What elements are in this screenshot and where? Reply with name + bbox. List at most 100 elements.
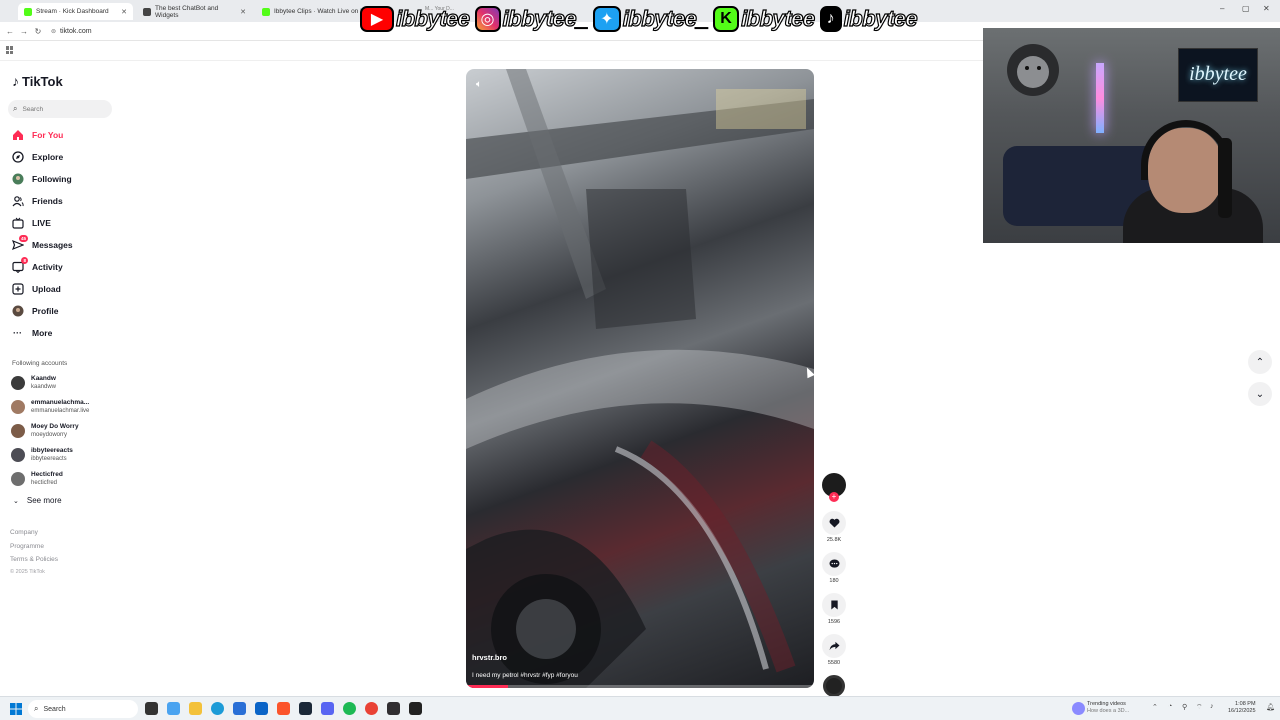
- video-progress-bar[interactable]: [466, 685, 814, 688]
- bulldog-logo-icon: [1007, 44, 1059, 96]
- spotify-icon[interactable]: [343, 702, 356, 715]
- youtube-icon: ▶: [360, 6, 394, 32]
- volume-tray-icon[interactable]: ♪: [1210, 703, 1214, 710]
- messages-icon: 45: [11, 234, 28, 252]
- store-icon[interactable]: [233, 702, 246, 715]
- maximize-icon[interactable]: ▢: [1242, 4, 1250, 13]
- footer-terms-link[interactable]: Terms & Policies: [10, 556, 58, 563]
- nav-profile[interactable]: Profile: [11, 303, 58, 319]
- social-banner: ▶ ibbytee ◎ ibbytee_ ✦ ibbytee_ K ibbyte…: [360, 4, 920, 34]
- apps-grid-icon[interactable]: [6, 46, 14, 54]
- notifications-icon[interactable]: 🔔︎: [1266, 703, 1275, 711]
- avatar: [11, 376, 25, 390]
- back-icon[interactable]: ←: [3, 27, 17, 36]
- browser-tab[interactable]: The best ChatBot and Widgets ✕: [137, 3, 252, 20]
- share-icon: [829, 641, 839, 651]
- tiktok-logo[interactable]: ♪ TikTok: [12, 73, 63, 89]
- comment-button[interactable]: [822, 552, 846, 576]
- like-button[interactable]: [822, 511, 846, 535]
- video-username[interactable]: hrvstr.bro: [472, 653, 507, 662]
- account-name: Hecticfred: [31, 471, 63, 478]
- following-account[interactable]: Hecticfred hecticfred: [11, 468, 63, 490]
- kick-handle: ibbytee: [740, 5, 815, 31]
- bookmark-button[interactable]: [822, 593, 846, 617]
- nav-activity[interactable]: 8 Activity: [11, 256, 63, 275]
- task-view-icon[interactable]: [145, 702, 158, 715]
- nav-upload[interactable]: Upload: [11, 281, 61, 297]
- footer-company-link[interactable]: Company: [10, 529, 38, 536]
- following-account[interactable]: Moey Do Worry moeydoworry: [11, 420, 79, 442]
- mic-tray-icon[interactable]: ⚲: [1182, 703, 1187, 711]
- follow-plus-icon[interactable]: +: [829, 492, 839, 502]
- video-player[interactable]: 🔈︎ hrvstr.bro I need my petrol #hrvstr #…: [466, 69, 814, 688]
- steam-icon[interactable]: [299, 702, 312, 715]
- edge-icon[interactable]: [211, 702, 224, 715]
- minimize-icon[interactable]: –: [1220, 4, 1224, 13]
- search-icon: ⌕: [13, 104, 18, 113]
- following-accounts-title: Following accounts: [12, 360, 68, 367]
- tray-chevron-icon[interactable]: ⌃: [1152, 703, 1158, 711]
- discord-icon[interactable]: [321, 702, 334, 715]
- account-handle: emmanuelachmar.live: [31, 408, 90, 414]
- previous-video-button[interactable]: ⌃: [1248, 350, 1272, 374]
- reload-icon[interactable]: ↻: [31, 27, 45, 36]
- share-count: 5580: [827, 660, 841, 666]
- nav-following[interactable]: Following: [11, 171, 72, 187]
- share-button[interactable]: [822, 634, 846, 658]
- clock-date: 16/12/2025: [1228, 708, 1256, 714]
- creator-avatar[interactable]: +: [822, 473, 846, 502]
- avatar: [11, 448, 25, 462]
- account-handle: kaandww: [31, 384, 57, 390]
- close-tab-icon[interactable]: ✕: [240, 8, 246, 16]
- forward-icon[interactable]: →: [17, 27, 31, 36]
- following-account[interactable]: emmanuelachma... emmanuelachmar.live: [11, 396, 89, 418]
- nav-for-you[interactable]: For You: [11, 127, 63, 143]
- tab-title: Ibbytee Clips · Watch Live on K: [274, 8, 365, 15]
- avatar: [11, 472, 25, 486]
- taskbar-search[interactable]: ⌕ Search: [28, 700, 138, 718]
- nav-explore[interactable]: Explore: [11, 149, 63, 165]
- close-window-icon[interactable]: ✕: [1263, 4, 1270, 13]
- youtube-handle: ibbytee: [395, 5, 470, 31]
- tab-title: The best ChatBot and Widgets: [155, 4, 219, 19]
- volume-icon[interactable]: 🔈︎: [476, 79, 482, 90]
- video-caption: I need my petrol #hrvstr #fyp #foryou: [472, 672, 578, 679]
- nav-more[interactable]: ··· More: [11, 325, 52, 341]
- footer-programme-link[interactable]: Programme: [10, 543, 44, 550]
- next-video-button[interactable]: ⌄: [1248, 382, 1272, 406]
- see-more-button[interactable]: ⌄ See more: [13, 496, 62, 505]
- brave-icon[interactable]: [277, 702, 290, 715]
- nav-label: Friends: [32, 196, 63, 206]
- following-account[interactable]: Kaandw kaandww: [11, 372, 56, 394]
- clock[interactable]: 1:08 PM 16/12/2025: [1228, 701, 1256, 715]
- copilot-icon[interactable]: [167, 702, 180, 715]
- video-frame-image: [466, 69, 814, 688]
- trending-widget[interactable]: Trending videos How does a 3D...: [1087, 701, 1129, 715]
- windows-start-icon[interactable]: [10, 703, 22, 715]
- nav-live[interactable]: LIVE: [11, 215, 51, 231]
- nav-messages[interactable]: 45 Messages: [11, 234, 73, 253]
- nav-label: Messages: [32, 240, 73, 250]
- chrome-icon[interactable]: [365, 702, 378, 715]
- music-disc-icon[interactable]: [823, 675, 845, 697]
- news-widget-icon[interactable]: [1072, 702, 1085, 715]
- nav-friends[interactable]: Friends: [11, 193, 63, 209]
- following-account[interactable]: ibbyteereacts ibbyteereacts: [11, 444, 73, 466]
- terminal-icon[interactable]: [409, 702, 422, 715]
- obs-icon[interactable]: [387, 702, 400, 715]
- twitter-icon: ✦: [592, 6, 621, 32]
- wifi-icon[interactable]: ⌔: [1196, 703, 1203, 712]
- search-input[interactable]: [22, 105, 103, 113]
- outlook-icon[interactable]: [255, 702, 268, 715]
- bookmark-icon: [830, 600, 838, 610]
- search-box[interactable]: ⌕: [8, 100, 112, 118]
- url-field[interactable]: ⊜ tiktok.com: [51, 28, 92, 35]
- account-handle: moeydoworry: [31, 432, 68, 438]
- browser-tab[interactable]: Ibbytee Clips · Watch Live on K: [256, 3, 371, 20]
- network-icon[interactable]: ◔: [1168, 703, 1172, 710]
- close-tab-icon[interactable]: ✕: [121, 8, 127, 16]
- twitter-handle: ibbytee_: [622, 5, 709, 31]
- file-explorer-icon[interactable]: [189, 702, 202, 715]
- bookmarks-bar: [0, 41, 984, 61]
- browser-tab[interactable]: Stream · Kick Dashboard ✕: [18, 3, 133, 20]
